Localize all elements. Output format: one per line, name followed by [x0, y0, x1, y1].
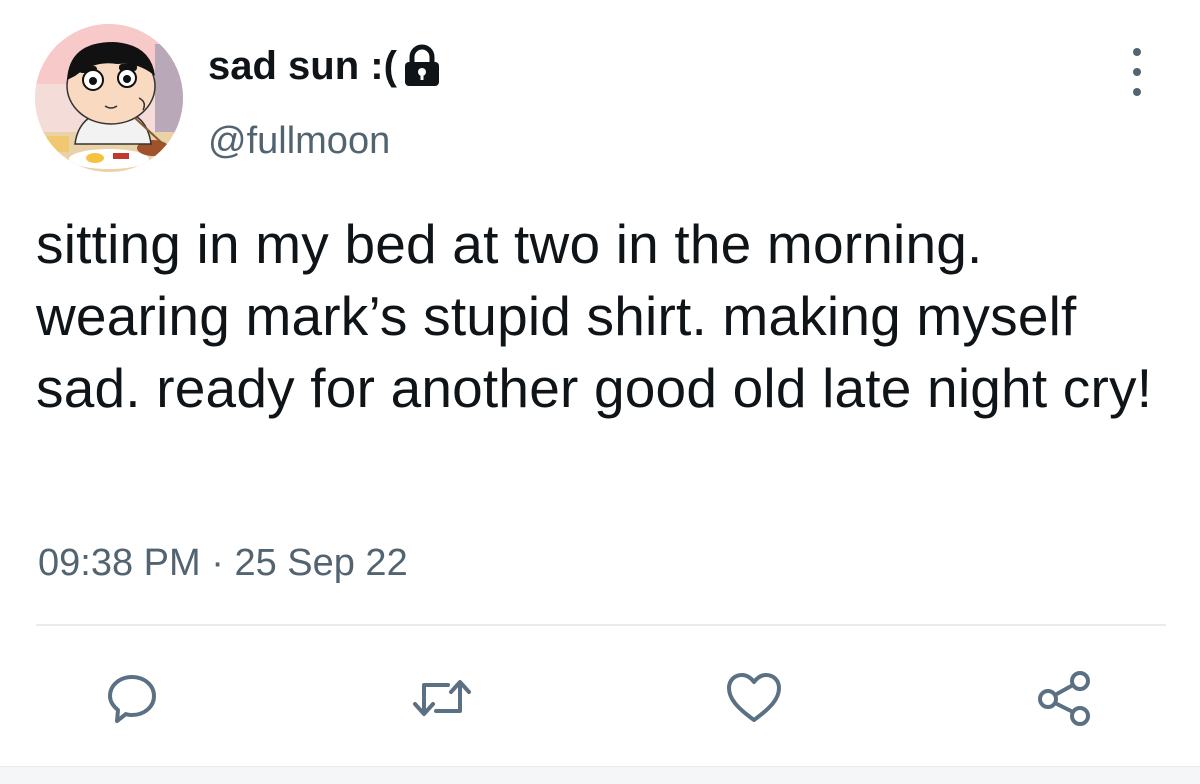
- timestamp-separator: ·: [211, 542, 224, 584]
- display-name[interactable]: sad sun :(: [208, 42, 443, 90]
- heart-icon: [727, 673, 781, 722]
- retweet-button[interactable]: [410, 666, 474, 730]
- tweet-date: 25 Sep 22: [234, 542, 408, 584]
- tweet-timestamp[interactable]: 09:38 PM · 25 Sep 22: [38, 538, 408, 588]
- retweet-icon: [413, 680, 471, 716]
- tweet-card: sad sun :( @fullmoon sitting in my bed a…: [0, 0, 1200, 784]
- share-icon: [1038, 671, 1090, 726]
- divider: [36, 624, 1166, 626]
- reply-icon: [108, 675, 156, 723]
- avatar[interactable]: [35, 24, 183, 172]
- lock-icon: [401, 44, 443, 88]
- user-handle[interactable]: @fullmoon: [208, 118, 390, 164]
- bottom-edge: [0, 766, 1200, 784]
- tweet-time: 09:38 PM: [38, 542, 201, 584]
- tweet-text: sitting in my bed at two in the morning.…: [36, 213, 1153, 419]
- display-name-text: sad sun :(: [208, 44, 397, 88]
- share-button[interactable]: [1032, 666, 1096, 730]
- like-button[interactable]: [722, 666, 786, 730]
- avatar-image: [35, 24, 183, 172]
- reply-button[interactable]: [100, 666, 164, 730]
- more-options-icon[interactable]: [1120, 48, 1154, 96]
